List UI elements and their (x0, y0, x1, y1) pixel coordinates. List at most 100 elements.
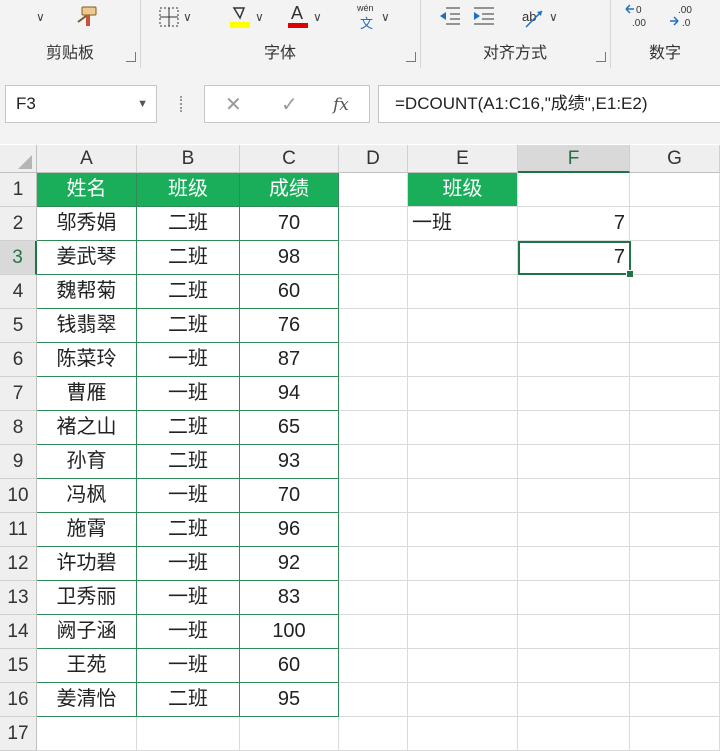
cell-g1[interactable] (630, 173, 720, 207)
orientation-dropdown-icon[interactable]: ∨ (549, 10, 558, 24)
cell-e13[interactable] (408, 581, 518, 615)
name-box-dropdown-icon[interactable]: ▼ (137, 86, 148, 122)
cell-b14[interactable]: 一班 (137, 615, 240, 649)
cell-a8[interactable]: 褚之山 (37, 411, 137, 445)
select-all-corner[interactable] (0, 145, 37, 173)
cell-c12[interactable]: 92 (240, 547, 339, 581)
formula-input[interactable]: =DCOUNT(A1:C16,"成绩",E1:E2) (378, 85, 720, 123)
cell-d17[interactable] (339, 717, 408, 751)
cell-d10[interactable] (339, 479, 408, 513)
cell-f13[interactable] (518, 581, 630, 615)
cell-c2[interactable]: 70 (240, 207, 339, 241)
cell-c14[interactable]: 100 (240, 615, 339, 649)
row-header-9[interactable]: 9 (0, 445, 37, 479)
cell-a13[interactable]: 卫秀丽 (37, 581, 137, 615)
cell-e8[interactable] (408, 411, 518, 445)
cell-b6[interactable]: 一班 (137, 343, 240, 377)
cell-d3[interactable] (339, 241, 408, 275)
cell-a11[interactable]: 施霄 (37, 513, 137, 547)
column-header-b[interactable]: B (137, 145, 240, 173)
name-box[interactable]: F3 ▼ (5, 85, 157, 123)
format-painter-icon[interactable] (74, 4, 102, 30)
clipboard-launcher-icon[interactable] (126, 52, 136, 62)
row-header-15[interactable]: 15 (0, 649, 37, 683)
decrease-indent-icon[interactable] (438, 6, 462, 26)
alignment-launcher-icon[interactable] (596, 52, 606, 62)
cell-e7[interactable] (408, 377, 518, 411)
cell-d9[interactable] (339, 445, 408, 479)
cell-c13[interactable]: 83 (240, 581, 339, 615)
row-header-8[interactable]: 8 (0, 411, 37, 445)
cell-b1[interactable]: 班级 (137, 173, 240, 207)
cell-b15[interactable]: 一班 (137, 649, 240, 683)
cell-a6[interactable]: 陈菜玲 (37, 343, 137, 377)
increase-indent-icon[interactable] (472, 6, 496, 26)
cell-g2[interactable] (630, 207, 720, 241)
cell-d14[interactable] (339, 615, 408, 649)
cell-b17[interactable] (137, 717, 240, 751)
fill-color-tool[interactable]: ∨ (228, 4, 264, 30)
cell-g4[interactable] (630, 275, 720, 309)
borders-dropdown-icon[interactable]: ∨ (183, 10, 192, 24)
row-header-7[interactable]: 7 (0, 377, 37, 411)
paste-dropdown-icon[interactable]: ∨ (36, 10, 45, 24)
cell-d12[interactable] (339, 547, 408, 581)
cell-f12[interactable] (518, 547, 630, 581)
cell-d7[interactable] (339, 377, 408, 411)
cell-g10[interactable] (630, 479, 720, 513)
cell-d6[interactable] (339, 343, 408, 377)
cell-g8[interactable] (630, 411, 720, 445)
cell-c10[interactable]: 70 (240, 479, 339, 513)
cell-c5[interactable]: 76 (240, 309, 339, 343)
cell-f2[interactable]: 7 (518, 207, 630, 241)
cell-f9[interactable] (518, 445, 630, 479)
cell-a10[interactable]: 冯枫 (37, 479, 137, 513)
cell-b13[interactable]: 一班 (137, 581, 240, 615)
cell-d8[interactable] (339, 411, 408, 445)
cell-a2[interactable]: 邬秀娟 (37, 207, 137, 241)
cell-a5[interactable]: 钱翡翠 (37, 309, 137, 343)
column-header-g[interactable]: G (630, 145, 720, 173)
row-header-3[interactable]: 3 (0, 241, 37, 275)
cell-a3[interactable]: 姜武琴 (37, 241, 137, 275)
row-header-13[interactable]: 13 (0, 581, 37, 615)
cell-f4[interactable] (518, 275, 630, 309)
cell-e2[interactable]: 一班 (408, 207, 518, 241)
cell-f7[interactable] (518, 377, 630, 411)
cell-d15[interactable] (339, 649, 408, 683)
cell-f16[interactable] (518, 683, 630, 717)
borders-tool[interactable]: ∨ (158, 4, 192, 30)
font-color-dropdown-icon[interactable]: ∨ (313, 10, 322, 24)
cell-c4[interactable]: 60 (240, 275, 339, 309)
cell-e4[interactable] (408, 275, 518, 309)
font-launcher-icon[interactable] (406, 52, 416, 62)
cell-d1[interactable] (339, 173, 408, 207)
cell-e14[interactable] (408, 615, 518, 649)
row-header-6[interactable]: 6 (0, 343, 37, 377)
cell-b8[interactable]: 二班 (137, 411, 240, 445)
cell-d2[interactable] (339, 207, 408, 241)
cell-g12[interactable] (630, 547, 720, 581)
cell-c6[interactable]: 87 (240, 343, 339, 377)
cell-g3[interactable] (630, 241, 720, 275)
row-header-2[interactable]: 2 (0, 207, 37, 241)
cell-e10[interactable] (408, 479, 518, 513)
cell-g11[interactable] (630, 513, 720, 547)
column-header-e[interactable]: E (408, 145, 518, 173)
cell-c9[interactable]: 93 (240, 445, 339, 479)
row-header-12[interactable]: 12 (0, 547, 37, 581)
row-header-10[interactable]: 10 (0, 479, 37, 513)
cell-c1[interactable]: 成绩 (240, 173, 339, 207)
cell-g7[interactable] (630, 377, 720, 411)
cell-b10[interactable]: 一班 (137, 479, 240, 513)
cell-d16[interactable] (339, 683, 408, 717)
cell-g14[interactable] (630, 615, 720, 649)
cell-b2[interactable]: 二班 (137, 207, 240, 241)
cell-c8[interactable]: 65 (240, 411, 339, 445)
cell-a4[interactable]: 魏帮菊 (37, 275, 137, 309)
cell-f3[interactable]: 7 (518, 241, 630, 275)
cell-e16[interactable] (408, 683, 518, 717)
row-header-17[interactable]: 17 (0, 717, 37, 751)
cell-g6[interactable] (630, 343, 720, 377)
column-header-f[interactable]: F (518, 145, 630, 173)
